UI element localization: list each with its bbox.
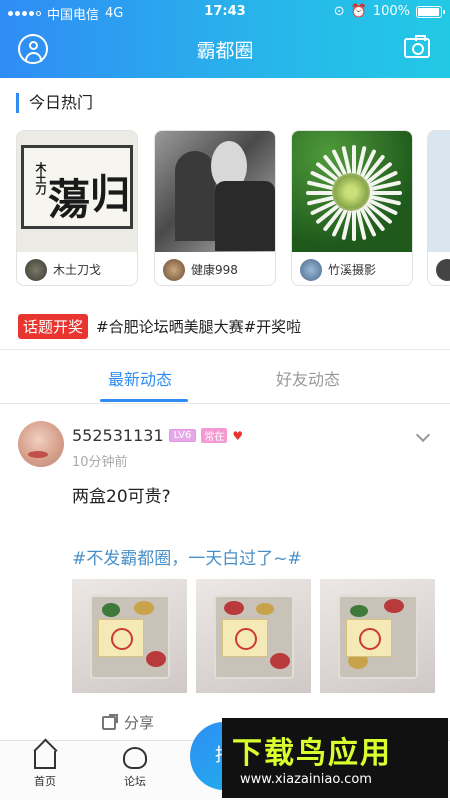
post-author: 552531131 LV6 常在 ♥ [72, 426, 243, 445]
tab-underline [100, 399, 188, 402]
post-author-avatar[interactable] [18, 421, 64, 467]
post-hashtag[interactable]: #不发霸都圈，一天白过了~# [72, 544, 302, 569]
battery-icon [416, 5, 445, 18]
chevron-down-icon[interactable] [415, 427, 431, 443]
card-image [428, 131, 450, 252]
watermark-url: www.xiazainiao.com [240, 772, 372, 787]
post-photos [72, 579, 438, 693]
topic-banner[interactable]: 话题开奖 #合肥论坛晒美腿大赛#开奖啦 [18, 314, 301, 339]
hot-card[interactable]: 木土刀 蕩 归 木土刀戈 [16, 130, 138, 286]
hot-card[interactable] [427, 130, 450, 286]
divider [0, 349, 450, 350]
hot-card[interactable]: 竹溪摄影 [291, 130, 413, 286]
nav-forum[interactable]: 论坛 [110, 747, 160, 789]
rotation-lock-icon: ⊙ [333, 4, 345, 19]
topic-text[interactable]: #合肥论坛晒美腿大赛#开奖啦 [96, 316, 301, 337]
author-avatar [300, 258, 322, 281]
author-avatar [163, 258, 185, 281]
battery-percent: 100% [372, 4, 410, 19]
page-title: 霸都圈 [196, 40, 254, 62]
post-photo[interactable] [72, 579, 187, 693]
heart-badge-icon: ♥ [232, 428, 244, 443]
nav-bar: 霸都圈 [0, 28, 450, 72]
nav-forum-label: 论坛 [124, 775, 146, 788]
tab-friends[interactable]: 好友动态 [276, 366, 340, 390]
share-icon [102, 715, 116, 730]
flower-center [332, 173, 370, 211]
post-text: 两盒20可贵? [72, 487, 171, 507]
card-author: 木土刀戈 [53, 263, 102, 277]
nav-home-label: 首页 [34, 775, 56, 788]
status-bar: 中国电信 4G 17:43 ⊙ ⏰ 100% [0, 0, 450, 24]
nav-home[interactable]: 首页 [20, 747, 70, 789]
username[interactable]: 552531131 [72, 426, 164, 445]
level-badge: LV6 [168, 429, 197, 442]
share-label: 分享 [124, 714, 155, 732]
alarm-icon: ⏰ [350, 4, 367, 19]
card-author: 健康998 [191, 263, 238, 277]
calligraphy-image: 木土刀 蕩 归 [17, 131, 137, 252]
post-time: 10分钟前 [72, 455, 128, 470]
feed-tabs: 最新动态 好友动态 [0, 352, 450, 402]
tab-latest[interactable]: 最新动态 [108, 366, 172, 390]
divider [0, 403, 450, 404]
topic-badge: 话题开奖 [18, 314, 89, 339]
camera-icon[interactable] [404, 35, 430, 58]
hot-today-title: 今日热门 [16, 93, 93, 113]
hot-today-carousel[interactable]: 木土刀 蕩 归 木土刀戈 健康998 竹溪摄影 [16, 130, 450, 286]
card-author: 竹溪摄影 [328, 263, 377, 277]
author-avatar [436, 258, 450, 281]
post-photo[interactable] [320, 579, 435, 693]
watermark: 下载鸟应用 www.xiazainiao.com [222, 718, 448, 798]
couple-photo [155, 131, 275, 252]
status-badge: 常在 [201, 428, 228, 443]
share-button[interactable]: 分享 [102, 712, 154, 733]
watermark-title: 下载鸟应用 [232, 736, 392, 771]
author-avatar [25, 258, 47, 281]
forum-icon [123, 747, 147, 769]
post-photo[interactable] [196, 579, 311, 693]
hot-card[interactable]: 健康998 [154, 130, 276, 286]
app-header: 中国电信 4G 17:43 ⊙ ⏰ 100% 霸都圈 [0, 0, 450, 78]
flower-photo [292, 131, 412, 252]
home-icon [34, 751, 56, 769]
